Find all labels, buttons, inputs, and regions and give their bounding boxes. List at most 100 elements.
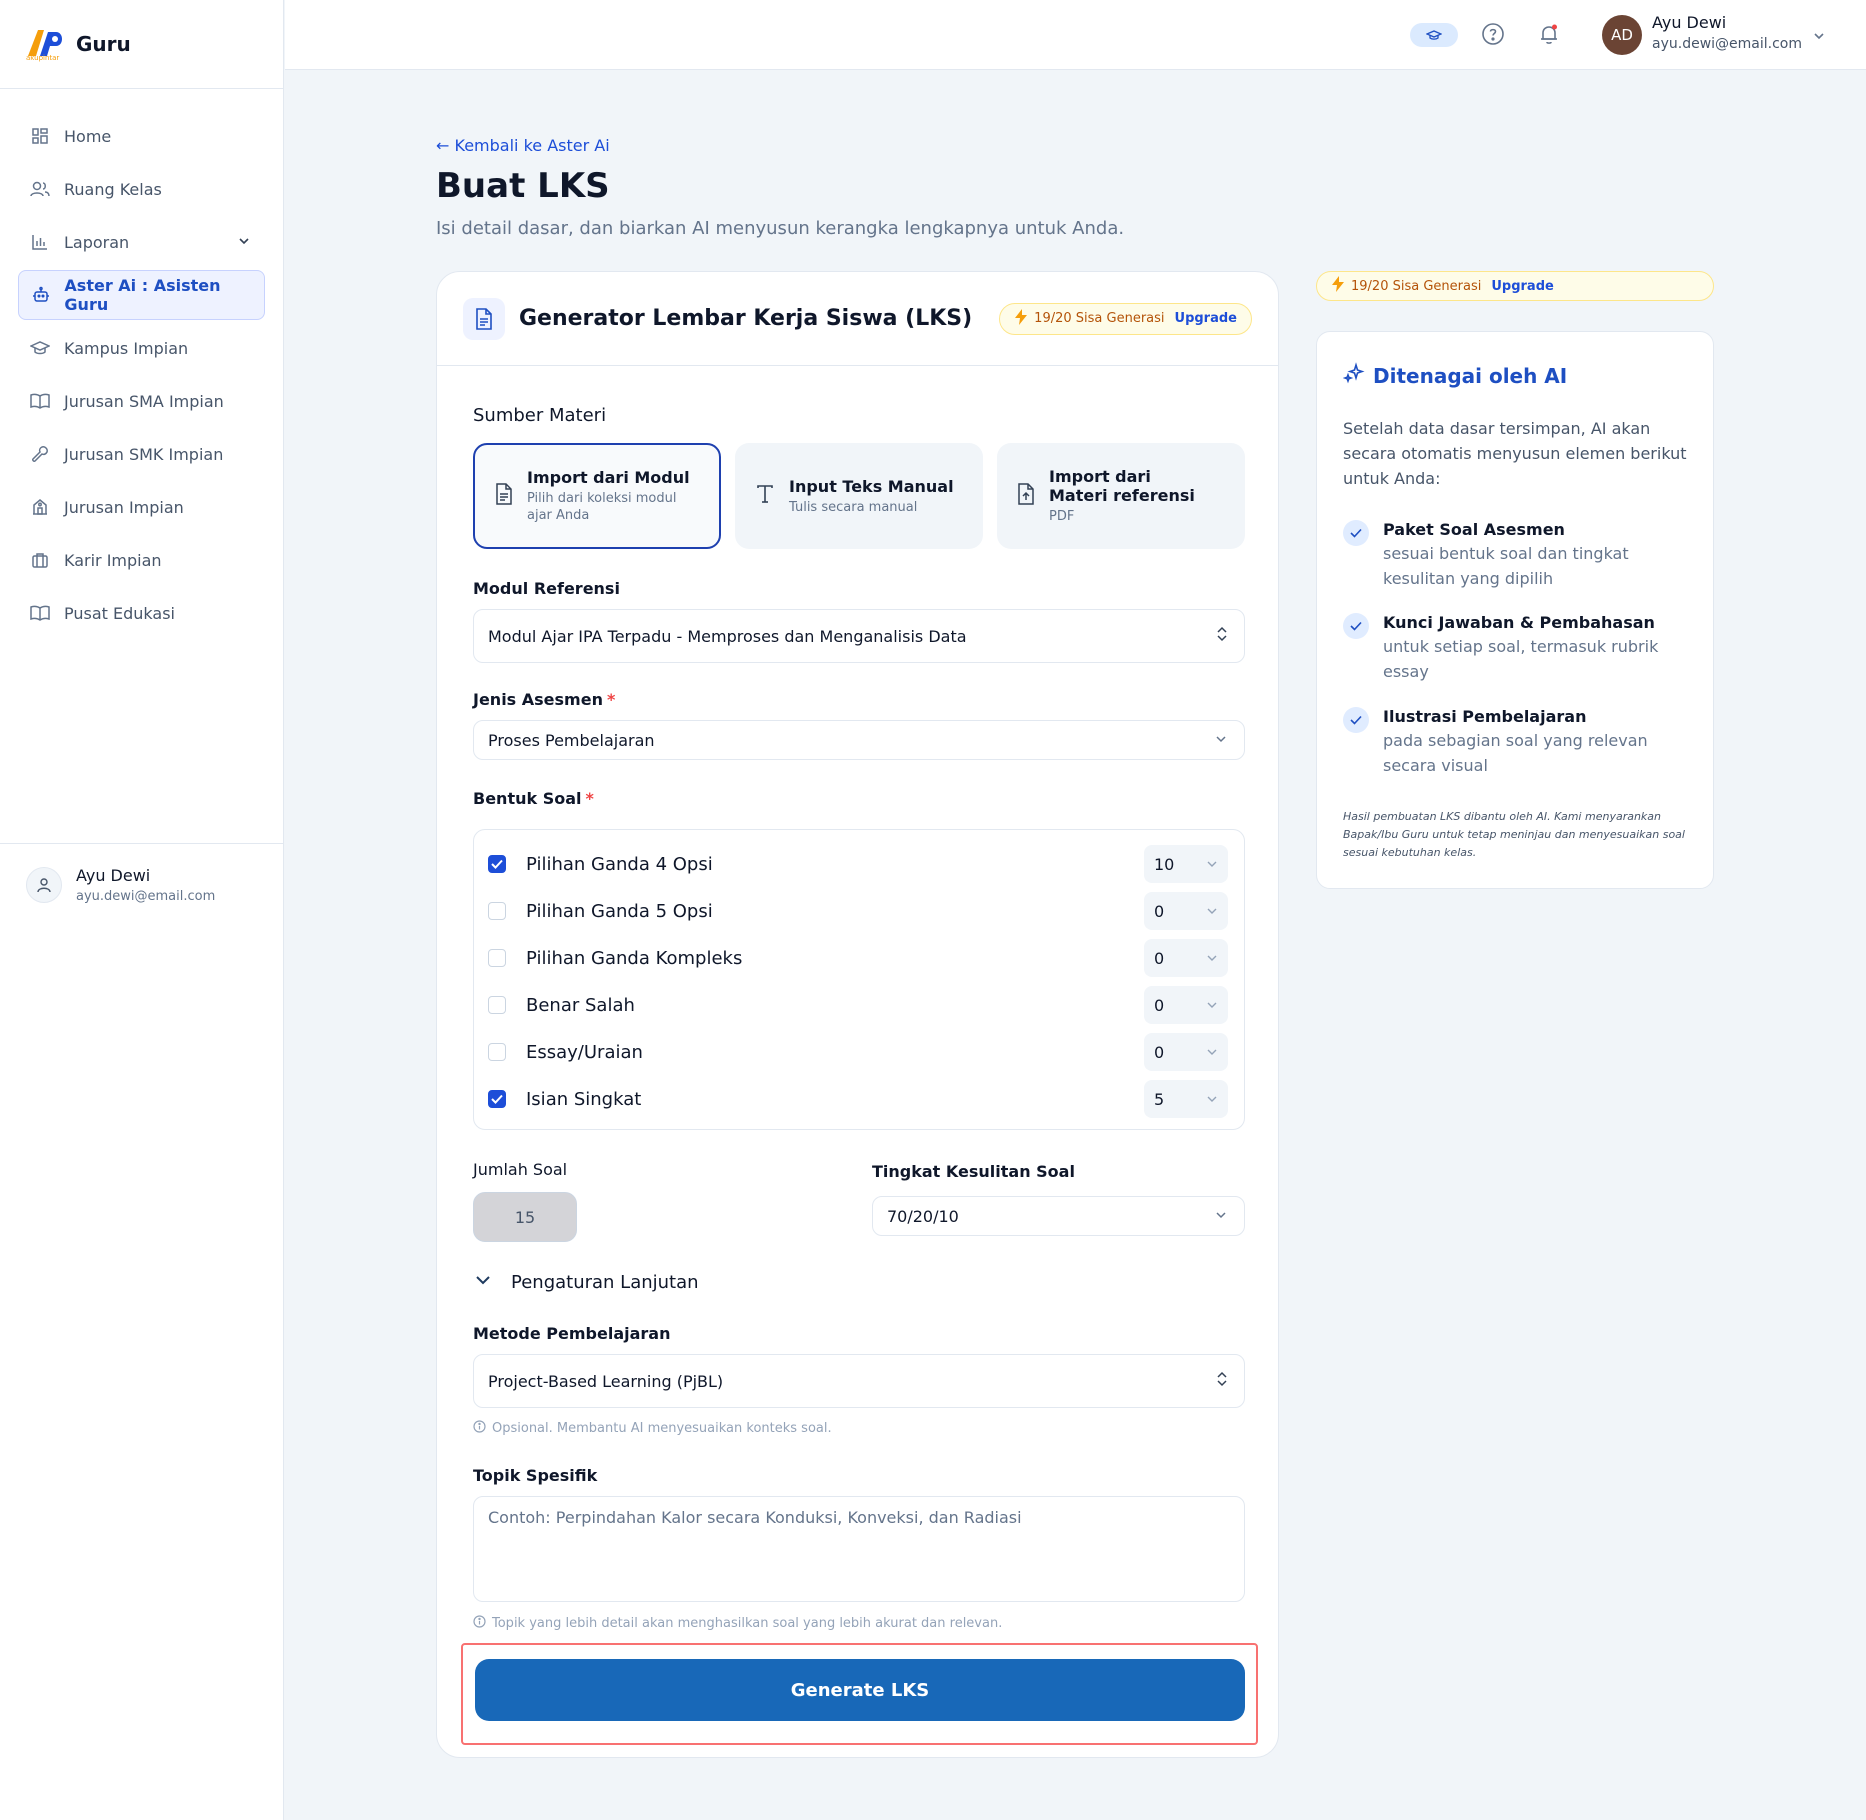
- question-type-row[interactable]: Pilihan Ganda 4 Opsi 10: [488, 844, 1228, 884]
- metode-hint: Opsional. Membantu AI menyesuaikan konte…: [473, 1420, 832, 1437]
- question-type-row[interactable]: Essay/Uraian 0: [488, 1032, 1228, 1072]
- tingkat-kesulitan-value: 70/20/10: [887, 1206, 959, 1226]
- sidebar-user[interactable]: Ayu Dewi ayu.dewi@email.com: [0, 843, 284, 925]
- chevron-down-icon: [1206, 1090, 1218, 1109]
- jenis-asesmen-select[interactable]: Proses Pembelajaran: [473, 720, 1245, 760]
- upgrade-link[interactable]: Upgrade: [1491, 279, 1553, 294]
- brand-name: Guru: [76, 32, 131, 56]
- ai-disclaimer: Hasil pembuatan LKS dibantu oleh AI. Kam…: [1343, 810, 1685, 859]
- source-option-desc: Tulis secara manual: [789, 499, 918, 515]
- lks-generator-card: Generator Lembar Kerja Siswa (LKS) 19/20…: [436, 271, 1279, 1758]
- ai-feature-item: Ilustrasi Pembelajaran pada sebagian soa…: [1343, 707, 1689, 778]
- text-type-icon: [755, 484, 775, 508]
- sidebar-item-pusat-edukasi[interactable]: Pusat Edukasi: [18, 588, 265, 638]
- question-count-select[interactable]: 0: [1144, 986, 1228, 1024]
- source-option-title: Import dari Materi referensi: [1049, 467, 1195, 505]
- chevron-down-icon[interactable]: [1812, 28, 1826, 47]
- source-option-import-materi[interactable]: Import dari Materi referensi PDF: [997, 443, 1245, 549]
- modul-select[interactable]: Modul Ajar IPA Terpadu - Memproses dan M…: [473, 609, 1245, 663]
- robot-icon: [31, 285, 50, 305]
- source-label: Sumber Materi: [473, 405, 607, 426]
- question-count-select[interactable]: 10: [1144, 845, 1228, 883]
- help-icon[interactable]: [1481, 22, 1505, 50]
- question-count-value: 10: [1154, 854, 1175, 874]
- generate-lks-button[interactable]: Generate LKS: [475, 1659, 1245, 1721]
- ai-panel-title-text: Ditenagai oleh AI: [1373, 363, 1568, 388]
- question-count-select[interactable]: 0: [1144, 939, 1228, 977]
- advanced-settings-toggle[interactable]: Pengaturan Lanjutan: [473, 1270, 699, 1294]
- question-count-select[interactable]: 5: [1144, 1080, 1228, 1118]
- sidebar-nav: Home Ruang Kelas Laporan Aster Ai : Asis…: [0, 89, 283, 638]
- topik-textarea[interactable]: Contoh: Perpindahan Kalor secara Konduks…: [473, 1496, 1245, 1602]
- users-icon: [30, 179, 50, 199]
- source-option-title: Import dari Modul: [527, 468, 690, 487]
- checkbox-checked[interactable]: [488, 855, 506, 873]
- checkbox-unchecked[interactable]: [488, 949, 506, 967]
- chevron-down-icon: [473, 1270, 493, 1294]
- question-type-label: Pilihan Ganda 5 Opsi: [526, 900, 713, 922]
- sidebar-item-label: Karir Impian: [64, 550, 162, 570]
- question-type-row[interactable]: Isian Singkat 5: [488, 1079, 1228, 1119]
- chevron-down-icon[interactable]: [237, 233, 251, 252]
- topik-hint: Topik yang lebih detail akan menghasilka…: [473, 1615, 1002, 1632]
- card-title: Generator Lembar Kerja Siswa (LKS): [519, 306, 973, 331]
- upgrade-link[interactable]: Upgrade: [1175, 311, 1237, 326]
- sidebar-item-label: Jurusan SMK Impian: [64, 444, 224, 464]
- sidebar-item-karir-impian[interactable]: Karir Impian: [18, 535, 265, 585]
- source-option-input-teks[interactable]: Input Teks Manual Tulis secara manual: [735, 443, 983, 549]
- sidebar-item-label: Jurusan SMA Impian: [64, 391, 224, 411]
- metode-select[interactable]: Project-Based Learning (PjBL): [473, 1354, 1245, 1408]
- avatar[interactable]: AD: [1602, 15, 1642, 55]
- checkbox-unchecked[interactable]: [488, 1043, 506, 1061]
- question-count-select[interactable]: 0: [1144, 892, 1228, 930]
- sidebar-item-aster-ai[interactable]: Aster Ai : Asisten Guru: [18, 270, 265, 320]
- checkbox-unchecked[interactable]: [488, 996, 506, 1014]
- source-option-title: Input Teks Manual: [789, 476, 954, 496]
- graduation-cap-icon[interactable]: [1410, 23, 1458, 47]
- sidebar-item-home[interactable]: Home: [18, 111, 265, 161]
- source-option-import-modul[interactable]: Import dari Modul Pilih dari koleksi mod…: [473, 443, 721, 549]
- sidebar-item-jurusan-impian[interactable]: Jurusan Impian: [18, 482, 265, 532]
- logo[interactable]: akupintar Guru: [0, 0, 283, 89]
- back-link-label: Kembali ke Aster Ai: [454, 136, 610, 155]
- sidebar-item-label: Home: [64, 126, 112, 146]
- ai-feature-item: Kunci Jawaban & Pembahasan untuk setiap …: [1343, 613, 1689, 684]
- sidebar-item-jurusan-sma[interactable]: Jurusan SMA Impian: [18, 376, 265, 426]
- sidebar-item-laporan[interactable]: Laporan: [18, 217, 265, 267]
- back-link[interactable]: ← Kembali ke Aster Ai: [436, 136, 610, 155]
- question-type-row[interactable]: Benar Salah 0: [488, 985, 1228, 1025]
- bell-icon[interactable]: [1537, 22, 1561, 50]
- page-title: Buat LKS: [436, 166, 610, 206]
- ai-panel-intro: Setelah data dasar tersimpan, AI akan se…: [1343, 419, 1687, 488]
- question-type-row[interactable]: Pilihan Ganda 5 Opsi 0: [488, 891, 1228, 931]
- advanced-settings-label: Pengaturan Lanjutan: [511, 1271, 699, 1293]
- logo-caption: akupintar: [26, 54, 60, 62]
- quota-text: 19/20 Sisa Generasi: [1351, 278, 1482, 294]
- question-type-row[interactable]: Pilihan Ganda Kompleks 0: [488, 938, 1228, 978]
- ai-feature-desc: pada sebagian soal yang relevan secara v…: [1383, 731, 1648, 775]
- sidebar-item-kampus-impian[interactable]: Kampus Impian: [18, 323, 265, 373]
- lightning-icon: [1331, 276, 1345, 296]
- user-icon: [26, 866, 62, 903]
- quota-text: 19/20 Sisa Generasi: [1034, 311, 1165, 326]
- topbar-user-name[interactable]: Ayu Dewi: [1652, 13, 1726, 32]
- akupintar-logo-icon: akupintar: [26, 26, 66, 62]
- bar-chart-icon: [30, 232, 50, 252]
- topbar: AD Ayu Dewi ayu.dewi@email.com: [285, 0, 1866, 70]
- grid-icon: [30, 126, 50, 146]
- checkbox-unchecked[interactable]: [488, 902, 506, 920]
- required-mark: *: [585, 789, 594, 808]
- question-type-label: Pilihan Ganda Kompleks: [526, 947, 743, 969]
- sidebar-user-name: Ayu Dewi: [76, 865, 151, 885]
- ai-feature-title: Ilustrasi Pembelajaran: [1383, 707, 1587, 726]
- sidebar-item-label: Aster Ai : Asisten Guru: [64, 276, 221, 314]
- sidebar-user-email: ayu.dewi@email.com: [76, 888, 216, 904]
- checkbox-checked[interactable]: [488, 1090, 506, 1108]
- source-option-desc: Pilih dari koleksi modul ajar Anda: [527, 491, 677, 523]
- tingkat-kesulitan-select[interactable]: 70/20/10: [872, 1196, 1245, 1236]
- sidebar-item-jurusan-smk[interactable]: Jurusan SMK Impian: [18, 429, 265, 479]
- question-count-value: 0: [1154, 901, 1165, 921]
- file-text-icon: [495, 483, 513, 509]
- sidebar-item-ruang-kelas[interactable]: Ruang Kelas: [18, 164, 265, 214]
- question-count-select[interactable]: 0: [1144, 1033, 1228, 1071]
